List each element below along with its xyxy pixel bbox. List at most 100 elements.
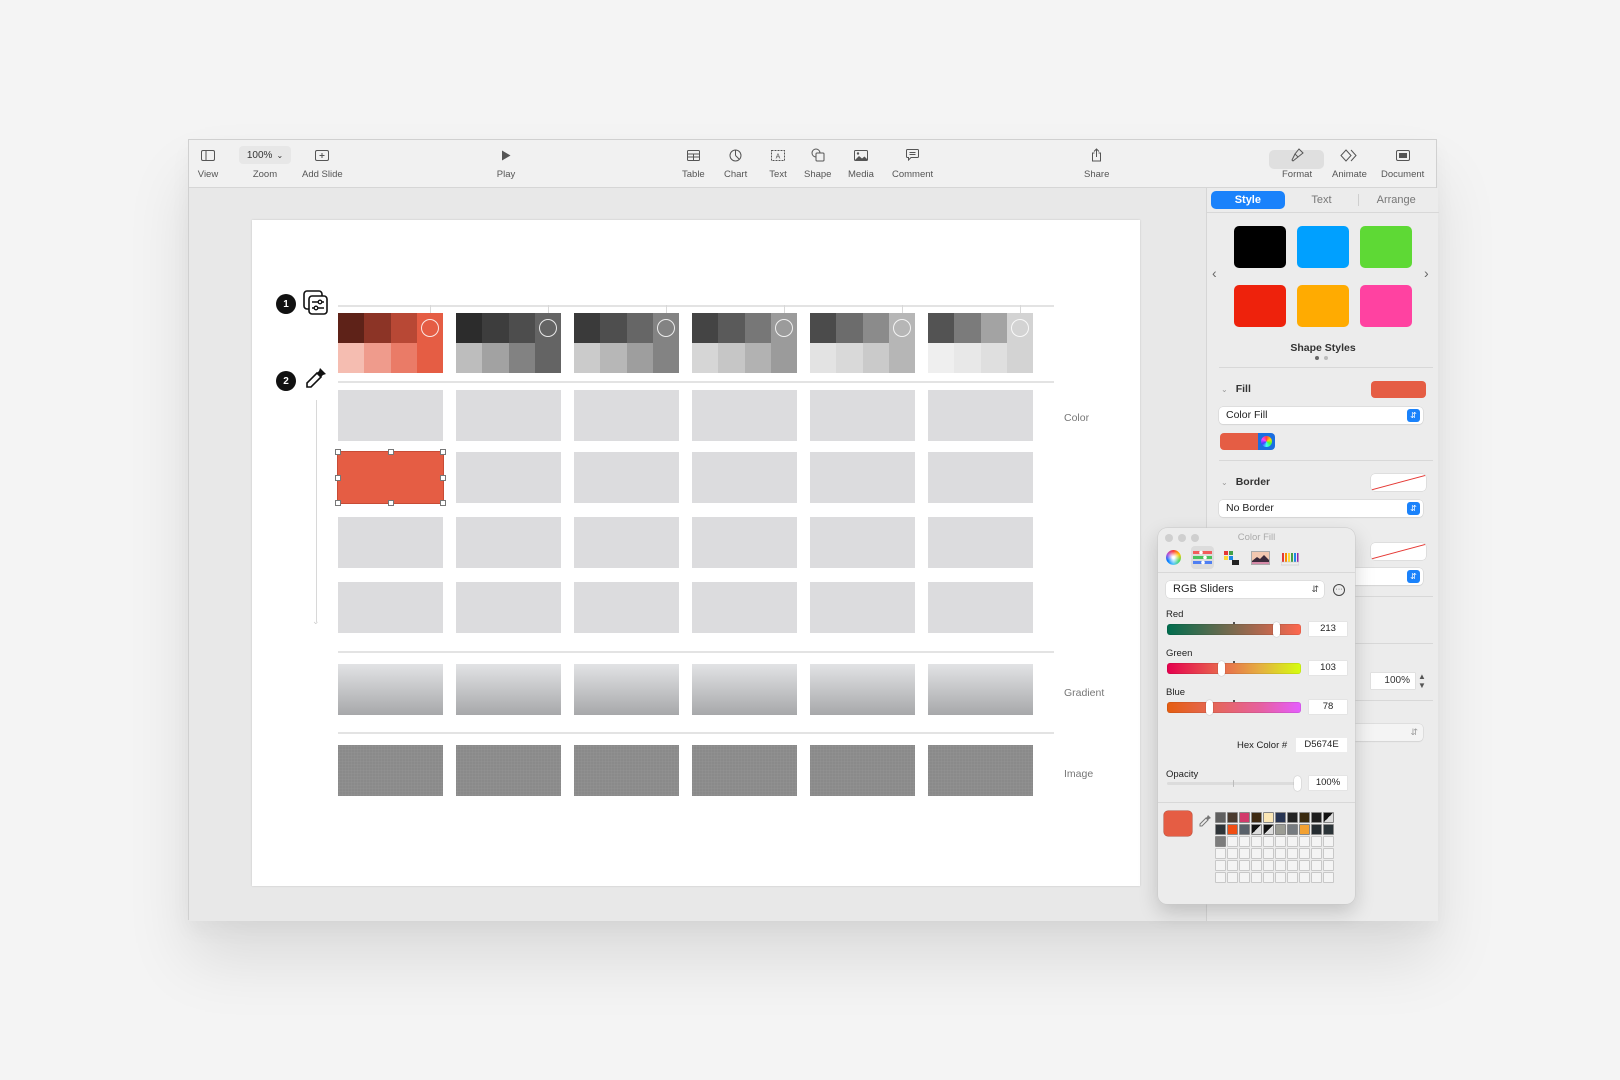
empty-color-slot[interactable] (1323, 860, 1334, 871)
color-shape[interactable] (574, 452, 679, 503)
table-button[interactable]: Table (682, 146, 705, 180)
document-button[interactable]: Document (1381, 146, 1424, 180)
opacity-field[interactable]: 100% (1371, 673, 1415, 689)
resize-handle[interactable] (335, 500, 341, 506)
swatch-light[interactable] (364, 343, 391, 373)
selected-shape[interactable] (335, 449, 446, 506)
image-fill-shape[interactable] (810, 745, 915, 796)
zoom-select[interactable]: 100% ⌄ (239, 146, 291, 164)
swatch-dark[interactable] (574, 313, 601, 343)
swatch-dark[interactable] (744, 313, 771, 343)
saved-color-swatch[interactable] (1311, 812, 1322, 823)
red-value-field[interactable]: 213 (1309, 622, 1347, 636)
empty-color-slot[interactable] (1215, 860, 1226, 871)
saved-color-swatch[interactable] (1215, 836, 1226, 847)
empty-color-slot[interactable] (1275, 836, 1286, 847)
image-fill-shape[interactable] (928, 745, 1033, 796)
green-slider-knob[interactable] (1218, 661, 1226, 676)
swatch-light[interactable] (338, 343, 365, 373)
swatch-base[interactable] (534, 313, 561, 373)
empty-color-slot[interactable] (1251, 836, 1262, 847)
pencils-tab[interactable] (1278, 546, 1301, 569)
resize-handle[interactable] (440, 500, 446, 506)
image-fill-shape[interactable] (692, 745, 797, 796)
color-shape[interactable] (810, 517, 915, 568)
color-shape[interactable] (692, 582, 797, 633)
color-palettes-tab[interactable] (1220, 546, 1243, 569)
empty-color-slot[interactable] (1323, 872, 1334, 883)
fill-color-well[interactable] (1371, 381, 1426, 398)
swatch-light[interactable] (862, 343, 889, 373)
empty-color-slot[interactable] (1287, 848, 1298, 859)
tab-style[interactable]: Style (1211, 191, 1285, 209)
saved-color-swatch[interactable] (1251, 824, 1262, 835)
color-shape[interactable] (456, 390, 561, 441)
color-shape[interactable] (574, 390, 679, 441)
shape-style-red[interactable] (1234, 285, 1286, 327)
swatch-dark[interactable] (810, 313, 837, 343)
saved-color-swatch[interactable] (1275, 812, 1286, 823)
saved-color-swatch[interactable] (1251, 812, 1262, 823)
empty-color-slot[interactable] (1311, 872, 1322, 883)
saved-color-swatch[interactable] (1275, 824, 1286, 835)
empty-color-slot[interactable] (1251, 860, 1262, 871)
empty-color-slot[interactable] (1299, 836, 1310, 847)
empty-color-slot[interactable] (1227, 848, 1238, 859)
swatch-light[interactable] (928, 343, 955, 373)
swatch-base[interactable] (888, 313, 915, 373)
shape-style-black[interactable] (1234, 226, 1286, 268)
swatch-base[interactable] (1006, 313, 1033, 373)
saved-color-swatch[interactable] (1311, 824, 1322, 835)
comment-button[interactable]: Comment (892, 146, 933, 180)
resize-handle[interactable] (387, 500, 394, 506)
resize-handle[interactable] (335, 449, 341, 455)
shape-style-green[interactable] (1360, 226, 1412, 268)
eyedropper-icon[interactable] (1198, 814, 1212, 828)
empty-color-slot[interactable] (1215, 872, 1226, 883)
fill-color-picker[interactable] (1220, 433, 1275, 450)
color-shape[interactable] (692, 452, 797, 503)
slide[interactable]: 1 2 ⌄ Color Gradient Image (252, 220, 1140, 886)
saved-color-swatch[interactable] (1287, 812, 1298, 823)
shape-button[interactable]: Shape (804, 146, 831, 180)
swatch-dark[interactable] (456, 313, 483, 343)
image-fill-shape[interactable] (456, 745, 561, 796)
resize-handle[interactable] (440, 474, 446, 481)
more-options-icon[interactable]: ··· (1333, 584, 1345, 596)
saved-color-swatch[interactable] (1323, 824, 1334, 835)
swatch-light[interactable] (626, 343, 653, 373)
empty-color-slot[interactable] (1263, 872, 1274, 883)
opacity-slider-knob[interactable] (1294, 776, 1301, 791)
empty-color-slot[interactable] (1227, 872, 1238, 883)
saved-color-swatch[interactable] (1215, 812, 1226, 823)
swatch-light[interactable] (718, 343, 745, 373)
empty-color-slot[interactable] (1263, 836, 1274, 847)
empty-color-slot[interactable] (1323, 848, 1334, 859)
color-shape[interactable] (692, 390, 797, 441)
animate-button[interactable]: Animate (1332, 146, 1367, 180)
swatch-light[interactable] (810, 343, 837, 373)
saved-color-swatch[interactable] (1239, 812, 1250, 823)
gradient-shape[interactable] (338, 664, 443, 715)
empty-color-slot[interactable] (1299, 848, 1310, 859)
empty-color-slot[interactable] (1251, 848, 1262, 859)
empty-color-slot[interactable] (1287, 836, 1298, 847)
saved-color-swatch[interactable] (1239, 824, 1250, 835)
swatch-dark[interactable] (338, 313, 365, 343)
saved-color-swatch[interactable] (1215, 824, 1226, 835)
empty-color-slot[interactable] (1311, 848, 1322, 859)
fill-color-swatch[interactable] (1220, 433, 1258, 450)
empty-color-slot[interactable] (1239, 836, 1250, 847)
color-shape[interactable] (810, 452, 915, 503)
color-mode-select[interactable]: RGB Sliders ⇵ (1166, 581, 1324, 598)
swatch-dark[interactable] (928, 313, 955, 343)
swatch-dark[interactable] (862, 313, 889, 343)
color-shape[interactable] (810, 582, 915, 633)
tab-text[interactable]: Text (1285, 191, 1359, 209)
swatch-dark[interactable] (718, 313, 745, 343)
add-slide-button[interactable]: Add Slide (302, 146, 343, 180)
color-sliders-tab[interactable] (1191, 546, 1214, 569)
gradient-shape[interactable] (928, 664, 1033, 715)
blue-slider[interactable] (1167, 700, 1301, 715)
empty-color-slot[interactable] (1227, 836, 1238, 847)
